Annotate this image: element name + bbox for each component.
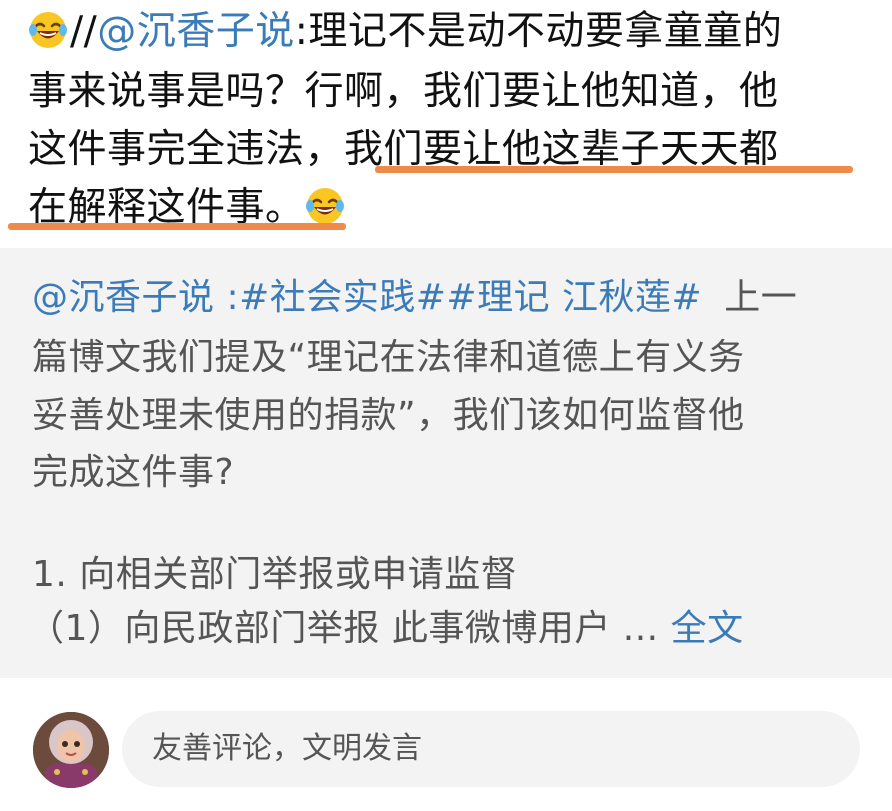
repost-text-1: :理记不是动不动要拿童童的 xyxy=(294,9,783,54)
quoted-line-5: 1. 向相关部门举报或申请监督 xyxy=(32,554,518,595)
comment-bar: 友善评论，文明发言 xyxy=(0,678,892,811)
full-text-link[interactable]: 全文 xyxy=(671,608,744,649)
quoted-line-3: 妥善处理未使用的捐款”，我们该如何监督他 xyxy=(32,395,745,436)
user-mention-link[interactable]: @沉香子说 xyxy=(97,9,295,54)
quoted-line-1: @沉香子说 :#社会实践##理记 江秋莲# 上一 xyxy=(32,268,872,328)
repost-separator: // xyxy=(70,9,98,54)
quoted-line-6: （1）向民政部门举报 此事微博用户 ... 全文 xyxy=(28,599,872,659)
quoted-line-2: 篇博文我们提及“理记在法律和道德上有义务 xyxy=(32,337,745,378)
quoted-text-1: 上一 xyxy=(724,277,798,318)
comment-input[interactable]: 友善评论，文明发言 xyxy=(122,711,860,787)
quoted-user-mention-link[interactable]: @沉香子说 xyxy=(32,277,215,318)
quoted-colon: : xyxy=(214,277,240,318)
repost-text-3a: 这件事完全违法， xyxy=(28,127,345,172)
quoted-line-4: 完成这件事? xyxy=(32,452,235,493)
repost-comment: //@沉香子说:理记不是动不动要拿童童的 事来说事是吗？行啊，我们要让他知道，他… xyxy=(0,0,892,248)
highlight-underline xyxy=(375,166,853,173)
repost-line-2: 事来说事是吗？行啊，我们要让他知道，他 xyxy=(28,69,779,114)
topic-tags-link[interactable]: #社会实践##理记 江秋莲# xyxy=(239,277,702,318)
repost-line-1: //@沉香子说:理记不是动不动要拿童童的 xyxy=(28,2,872,62)
laughing-tears-emoji-icon xyxy=(28,10,68,50)
quoted-post[interactable]: @沉香子说 :#社会实践##理记 江秋莲# 上一 篇博文我们提及“理记在法律和道德… xyxy=(0,248,892,678)
highlight-underline xyxy=(8,223,346,230)
avatar[interactable] xyxy=(33,712,109,788)
laughing-tears-emoji-icon xyxy=(305,186,345,226)
quoted-text-6: （1）向民政部门举报 此事微博用户 ... xyxy=(28,608,659,649)
